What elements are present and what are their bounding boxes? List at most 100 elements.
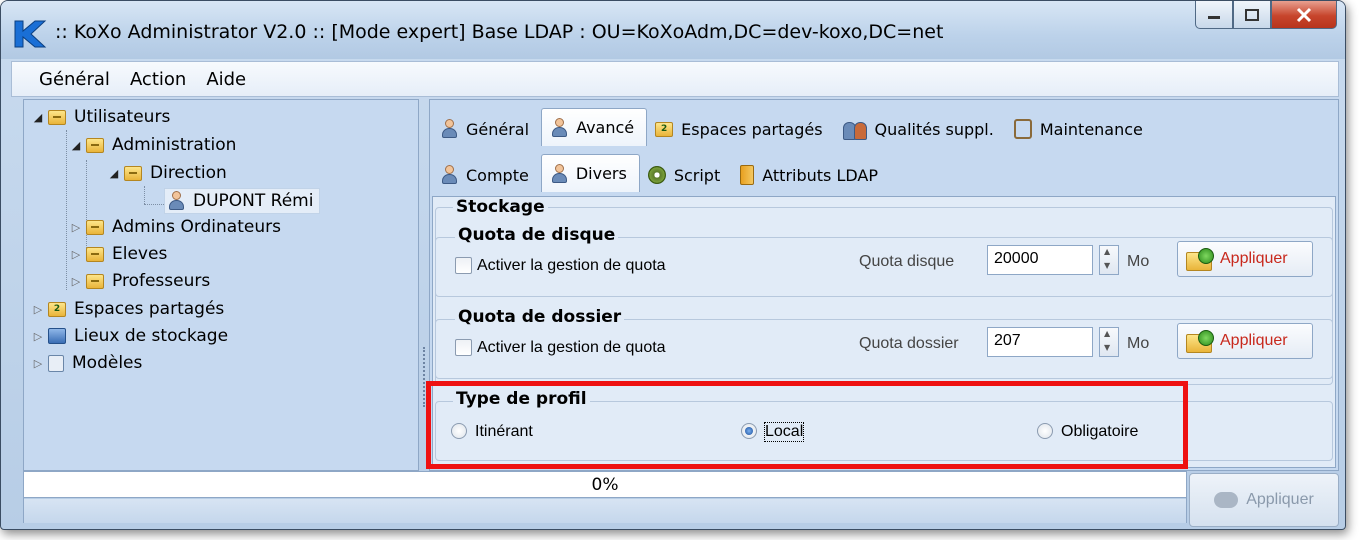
tree-item-direction[interactable]: ◢ Direction [108, 160, 227, 186]
status-area: 0% [23, 471, 1187, 523]
tree-item-utilisateurs[interactable]: ◢ Utilisateurs [32, 104, 171, 130]
script-gear-icon [647, 166, 666, 184]
tree-connector [66, 130, 67, 290]
tab-avance[interactable]: Avancé [541, 108, 648, 146]
apply-folder-icon [1186, 330, 1216, 353]
main-tabs: Général Avancé 2 Espaces partagés Qualit… [432, 106, 1155, 146]
tab-divers[interactable]: Divers [540, 154, 640, 192]
tab-label: Général [466, 119, 530, 139]
tree-item-professeurs[interactable]: ▷ Professeurs [70, 268, 210, 294]
sub-tabs: Compte Divers Script Attributs LDAP [432, 152, 890, 192]
tree-item-label: Direction [150, 163, 227, 183]
expand-arrow-icon[interactable]: ▷ [70, 221, 82, 234]
tab-label: Script [673, 165, 721, 185]
tree-connector [144, 186, 145, 204]
menu-aide[interactable]: Aide [203, 67, 249, 92]
collapse-arrow-icon[interactable]: ◢ [70, 139, 82, 152]
quota-dossier-title: Quota de dossier [455, 307, 625, 327]
quota-disque-label: Quota disque [859, 253, 955, 270]
menu-bar: Général Action Aide [11, 61, 1339, 97]
tree-item-eleves[interactable]: ▷ Eleves [70, 241, 168, 267]
expand-arrow-icon[interactable]: ▷ [32, 330, 44, 343]
tree-item-administration[interactable]: ◢ Administration [70, 132, 237, 158]
tree-panel: ◢ Utilisateurs ◢ Administration ◢ Direct… [23, 99, 419, 471]
ldap-book-icon [740, 165, 755, 185]
minimize-icon [1208, 15, 1220, 19]
tab-maintenance[interactable]: Maintenance [1006, 112, 1155, 146]
user-icon [550, 163, 568, 184]
quota-disque-input[interactable]: 20000 [987, 245, 1093, 275]
apply-label: Appliquer [1220, 332, 1288, 349]
progress-bar: 0% [24, 472, 1186, 498]
quota-dossier-input[interactable]: 207 [987, 327, 1093, 357]
template-icon [48, 354, 64, 372]
title-bar[interactable]: :: KoXo Administrator V2.0 :: [Mode expe… [1, 1, 1345, 59]
quota-disque-title: Quota de disque [455, 225, 619, 245]
quota-dossier-checkbox-label: Activer la gestion de quota [477, 339, 666, 356]
maximize-button[interactable] [1233, 1, 1271, 29]
quota-disque-checkbox[interactable] [455, 257, 472, 274]
apply-label: Appliquer [1220, 250, 1288, 267]
tab-general[interactable]: Général [432, 112, 541, 146]
tree-item-dupont[interactable]: DUPONT Rémi [164, 188, 321, 214]
stockage-title: Stockage [453, 197, 548, 217]
tab-label: Qualités suppl. [874, 119, 994, 139]
tree-item-lieux-stockage[interactable]: ▷ Lieux de stockage [32, 323, 228, 349]
quota-dossier-checkbox[interactable] [455, 339, 472, 356]
splitter-grip[interactable] [423, 347, 425, 407]
status-bar [24, 499, 1186, 523]
expand-arrow-icon[interactable]: ▷ [70, 248, 82, 261]
close-button[interactable] [1271, 1, 1337, 29]
folder-icon [86, 219, 104, 235]
tab-qualites-suppl[interactable]: Qualités suppl. [835, 112, 1006, 146]
tab-compte[interactable]: Compte [432, 158, 541, 192]
tree-item-label: Utilisateurs [74, 107, 171, 127]
folder-icon [86, 246, 104, 262]
quota-disque-spinner[interactable] [1099, 245, 1119, 275]
tree-item-modeles[interactable]: ▷ Modèles [32, 350, 143, 376]
apply-disabled-icon [1214, 492, 1239, 508]
main-apply-button[interactable]: Appliquer [1189, 473, 1339, 527]
menu-action[interactable]: Action [127, 67, 189, 92]
tab-attributs-ldap[interactable]: Attributs LDAP [732, 158, 890, 192]
app-window: :: KoXo Administrator V2.0 :: [Mode expe… [0, 0, 1346, 530]
collapse-arrow-icon[interactable]: ◢ [108, 167, 120, 180]
tab-label: Maintenance [1039, 119, 1143, 139]
user-icon [440, 119, 458, 139]
collapse-arrow-icon[interactable]: ◢ [32, 111, 44, 124]
quota-disque-unit: Mo [1127, 253, 1150, 270]
folder-icon [86, 137, 104, 153]
tab-label: Divers [575, 164, 627, 183]
tree-item-label: Admins Ordinateurs [112, 217, 281, 237]
shared-folder-icon: 2 [48, 301, 66, 317]
quota-dossier-label: Quota dossier [859, 335, 959, 352]
minimize-button[interactable] [1195, 1, 1233, 29]
tools-icon [1013, 119, 1032, 139]
tab-espaces-partages[interactable]: 2 Espaces partagés [647, 112, 834, 146]
window-controls [1195, 1, 1337, 31]
maximize-icon [1245, 8, 1259, 21]
expand-arrow-icon[interactable]: ▷ [32, 303, 44, 316]
tree-item-label: Administration [112, 135, 237, 155]
tree-item-admins-ordinateurs[interactable]: ▷ Admins Ordinateurs [70, 214, 281, 240]
apply-label: Appliquer [1246, 491, 1314, 508]
window-title: :: KoXo Administrator V2.0 :: [Mode expe… [55, 21, 944, 43]
tree-item-label: Lieux de stockage [74, 326, 229, 346]
tab-script[interactable]: Script [640, 158, 732, 192]
expand-arrow-icon[interactable]: ▷ [70, 275, 82, 288]
menu-general[interactable]: Général [36, 67, 113, 92]
tab-label: Attributs LDAP [762, 165, 879, 185]
shared-folder-icon: 2 [655, 121, 674, 137]
user-icon [167, 191, 185, 211]
highlight-annotation [426, 381, 1188, 469]
storage-icon [48, 328, 66, 344]
tree-item-label: Espaces partagés [74, 299, 225, 319]
quota-disque-apply-button[interactable]: Appliquer [1177, 241, 1313, 277]
tree-item-label: Professeurs [112, 271, 211, 291]
expand-arrow-icon[interactable]: ▷ [32, 357, 44, 370]
quota-dossier-spinner[interactable] [1099, 327, 1119, 357]
tree-connector [144, 204, 164, 205]
tree-item-espaces-partages[interactable]: ▷ 2 Espaces partagés [32, 296, 225, 322]
koxo-logo-icon [14, 20, 47, 48]
quota-dossier-apply-button[interactable]: Appliquer [1177, 323, 1313, 359]
